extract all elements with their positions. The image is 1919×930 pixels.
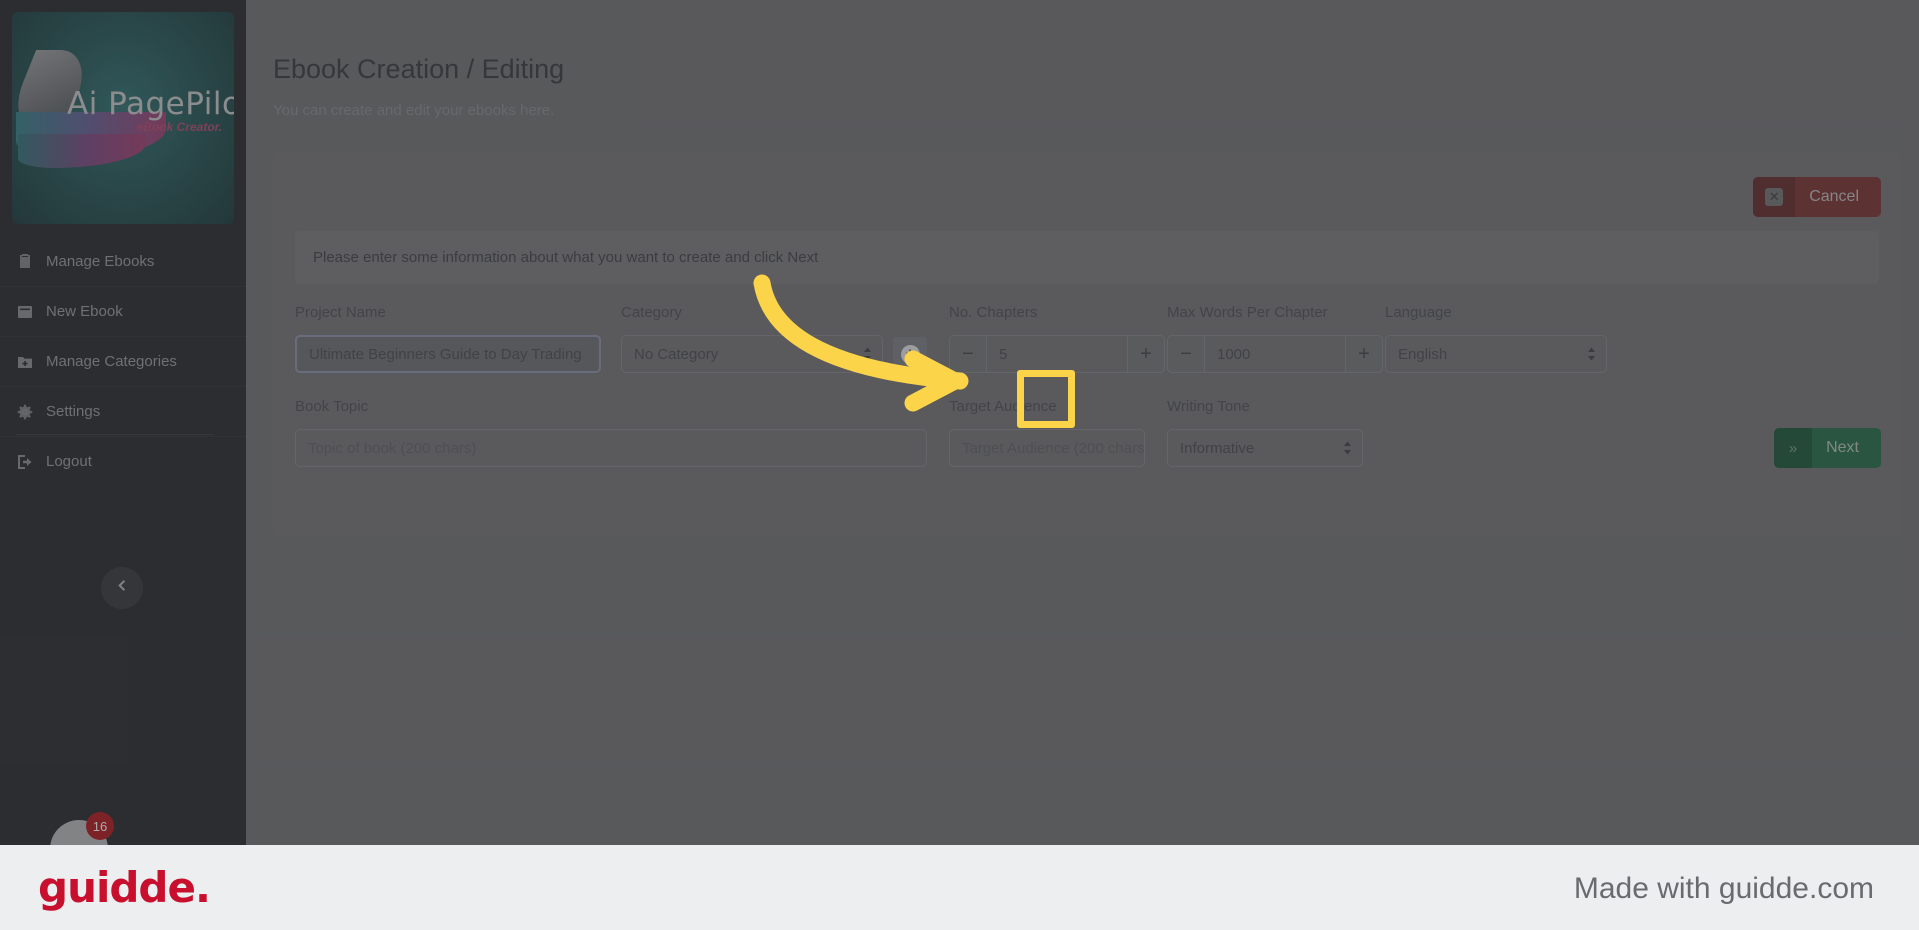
no-chapters-increment-button[interactable]: +	[1127, 335, 1165, 373]
sidebar-divider	[16, 434, 214, 435]
sidebar-nav: Manage Ebooks New Ebook Manage Categorie…	[0, 236, 246, 486]
no-chapters-decrement-button[interactable]: −	[949, 335, 987, 373]
sidebar-item-new-ebook[interactable]: New Ebook	[0, 286, 246, 336]
folder-plus-icon	[16, 353, 33, 370]
book-topic-label: Book Topic	[295, 398, 369, 415]
sidebar-item-label: Logout	[46, 453, 92, 470]
next-button[interactable]: » Next	[1774, 428, 1881, 468]
sidebar-item-label: Manage Ebooks	[46, 252, 155, 270]
target-audience-label: Target Audience	[949, 398, 1057, 415]
writing-tone-select[interactable]: Informative	[1167, 429, 1363, 467]
language-select[interactable]: English	[1385, 335, 1607, 373]
category-select-value: No Category	[634, 345, 719, 363]
no-chapters-stepper[interactable]: − 5 +	[949, 335, 1165, 373]
project-name-input[interactable]: Ultimate Beginners Guide to Day Trading	[295, 335, 601, 373]
max-words-label: Max Words Per Chapter	[1167, 304, 1328, 321]
made-with-text: Made with guidde.com	[1573, 872, 1874, 905]
sidebar-collapse-button[interactable]	[101, 567, 143, 609]
max-words-value[interactable]: 1000	[1205, 335, 1345, 373]
application-window: Ai PagePilot eBook Creator. Manage Ebook…	[0, 0, 1919, 845]
double-chevron-right-icon: »	[1774, 428, 1813, 468]
category-label: Category	[621, 304, 682, 321]
chevron-updown-icon	[863, 347, 872, 362]
max-words-stepper[interactable]: − 1000 +	[1167, 335, 1383, 373]
no-chapters-value[interactable]: 5	[987, 335, 1127, 373]
info-banner: Please enter some information about what…	[295, 231, 1879, 284]
app-logo: Ai PagePilot eBook Creator.	[12, 12, 234, 224]
cancel-button[interactable]: ✕ Cancel	[1753, 177, 1881, 217]
sidebar-item-manage-ebooks[interactable]: Manage Ebooks	[0, 236, 246, 286]
logo-swoosh-magenta	[18, 134, 146, 168]
sidebar-item-label: Settings	[46, 403, 101, 420]
sidebar-item-settings[interactable]: Settings	[0, 386, 246, 436]
chevron-left-icon	[115, 578, 130, 598]
ebook-form-card: ✕ Cancel Please enter some information a…	[273, 152, 1901, 537]
logo-wordmark: Ai PagePilot	[67, 86, 234, 122]
guidde-logo: guidde.	[38, 863, 211, 912]
page-title: Ebook Creation / Editing	[273, 54, 565, 84]
sidebar-item-label: Manage Categories	[46, 353, 177, 370]
sidebar-item-logout[interactable]: Logout	[0, 436, 246, 486]
max-words-increment-button[interactable]: +	[1345, 335, 1383, 373]
chevron-updown-icon	[1587, 347, 1596, 362]
screenshot-root: Ai PagePilot eBook Creator. Manage Ebook…	[0, 0, 1919, 930]
max-words-decrement-button[interactable]: −	[1167, 335, 1205, 373]
sidebar-item-label: New Ebook	[46, 303, 123, 320]
gear-icon	[16, 403, 33, 420]
clipboard-icon	[16, 253, 33, 270]
logo-tagline: eBook Creator.	[136, 120, 222, 134]
add-category-button[interactable]: +	[893, 337, 927, 371]
book-topic-input[interactable]: Topic of book (200 chars)	[295, 429, 927, 467]
no-chapters-label: No. Chapters	[949, 304, 1038, 321]
project-name-label: Project Name	[295, 304, 386, 321]
sidebar-item-manage-categories[interactable]: Manage Categories	[0, 336, 246, 386]
writing-tone-select-value: Informative	[1180, 439, 1255, 457]
plus-circle-icon: +	[900, 344, 920, 364]
help-widget-count: 16	[86, 812, 114, 840]
language-label: Language	[1385, 304, 1452, 321]
next-button-label: Next	[1826, 439, 1859, 456]
category-select[interactable]: No Category	[621, 335, 883, 373]
logout-icon	[16, 453, 33, 470]
target-audience-input[interactable]: Target Audience (200 chars)	[949, 429, 1145, 467]
sidebar: Ai PagePilot eBook Creator. Manage Ebook…	[0, 0, 246, 845]
page-subtitle: You can create and edit your ebooks here…	[273, 102, 555, 119]
cancel-button-label: Cancel	[1809, 188, 1859, 205]
book-icon	[16, 303, 33, 320]
footer-bar: guidde. Made with guidde.com	[0, 845, 1919, 930]
language-select-value: English	[1398, 345, 1448, 363]
close-icon: ✕	[1753, 177, 1796, 217]
writing-tone-label: Writing Tone	[1167, 398, 1250, 415]
main-content: Ebook Creation / Editing You can create …	[246, 0, 1919, 845]
chevron-updown-icon	[1343, 441, 1352, 456]
